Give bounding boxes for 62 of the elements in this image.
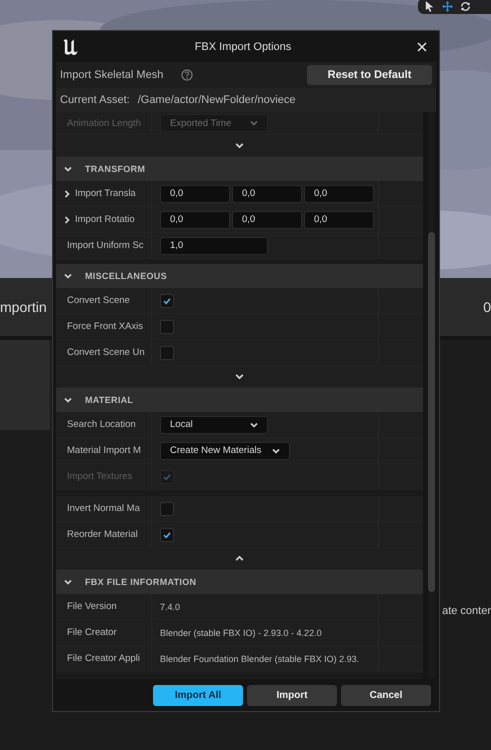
number-field[interactable]: 0,0: [232, 184, 302, 202]
section-header[interactable]: MATERIAL: [56, 388, 423, 412]
property-label: Convert Scene Un: [66, 347, 145, 358]
section-header[interactable]: FBX FILE INFORMATION: [56, 570, 423, 594]
checkmark-icon: [162, 530, 172, 540]
help-icon[interactable]: [181, 69, 194, 81]
property-label: Import Rotatio: [74, 214, 135, 225]
content-text: ate conter: [442, 605, 491, 617]
number-field[interactable]: 0,0: [160, 210, 230, 228]
property-label: File Version: [66, 601, 117, 612]
number-field[interactable]: 0,0: [232, 210, 302, 228]
property-label: File Creator Appli: [66, 653, 140, 664]
number-field[interactable]: 0,0: [304, 184, 374, 202]
reset-button[interactable]: Reset to Default: [307, 65, 432, 85]
panel-value: 0: [483, 299, 491, 315]
number-field[interactable]: 1,0: [160, 236, 268, 254]
checkmark-icon: [162, 472, 172, 482]
section-header[interactable]: TRANSFORM: [56, 157, 423, 181]
checkmark-icon: [162, 296, 172, 306]
number-field[interactable]: 0,0: [160, 184, 230, 202]
close-icon[interactable]: [417, 42, 427, 52]
section-header[interactable]: MISCELLANEOUS: [56, 264, 423, 288]
panel-title: mportin: [0, 299, 47, 315]
property-value: Blender Foundation Blender (stable FBX IO) 2.93.: [160, 654, 360, 664]
import-type-label: Import Skeletal Mesh: [60, 69, 164, 81]
rotate-icon[interactable]: [460, 0, 471, 12]
checkbox[interactable]: [160, 294, 174, 308]
logo-icon: [61, 38, 79, 56]
dropdown[interactable]: Local: [160, 416, 268, 434]
property-label: Import Textures: [66, 471, 132, 482]
dropdown[interactable]: Create New Materials: [160, 442, 290, 460]
property-label: Force Front XAxis: [66, 321, 144, 332]
window-title: FBX Import Options: [194, 40, 292, 52]
chevron-icon: [63, 271, 73, 281]
current-asset-label: Current Asset:: [60, 94, 130, 106]
property-value: 7.4.0: [160, 602, 180, 612]
number-field[interactable]: 0,0: [304, 210, 374, 228]
property-label: Animation Length: [66, 118, 141, 128]
property-label: Material Import M: [66, 445, 141, 456]
property-label: Invert Normal Ma: [66, 503, 140, 514]
property-label: File Creator: [66, 627, 117, 638]
chevron-icon: [63, 164, 73, 174]
chevron-icon: [63, 577, 73, 587]
property-label: Reorder Material: [66, 529, 138, 540]
checkbox[interactable]: [160, 528, 174, 542]
move-icon[interactable]: [442, 0, 453, 12]
chevron-icon: [249, 118, 259, 128]
property-label: Import Transla: [74, 188, 136, 199]
dialog-button[interactable]: Import: [247, 684, 337, 706]
current-asset-path: /Game/actor/NewFolder/noviece: [138, 94, 296, 106]
property-label: Convert Scene: [66, 295, 130, 306]
property-value: Blender (stable FBX IO) - 2.93.0 - 4.22.0: [160, 628, 322, 638]
property-label: Import Uniform Sc: [66, 240, 144, 251]
dialog-button[interactable]: Import All: [153, 684, 243, 706]
scrollbar[interactable]: [428, 112, 435, 679]
property-label: Search Location: [66, 419, 136, 430]
checkbox[interactable]: [160, 502, 174, 516]
pointer-icon[interactable]: [424, 0, 435, 12]
checkbox[interactable]: [160, 320, 174, 334]
chevron-icon: [63, 395, 73, 405]
checkbox[interactable]: [160, 346, 174, 360]
dialog-button[interactable]: Cancel: [341, 684, 431, 706]
